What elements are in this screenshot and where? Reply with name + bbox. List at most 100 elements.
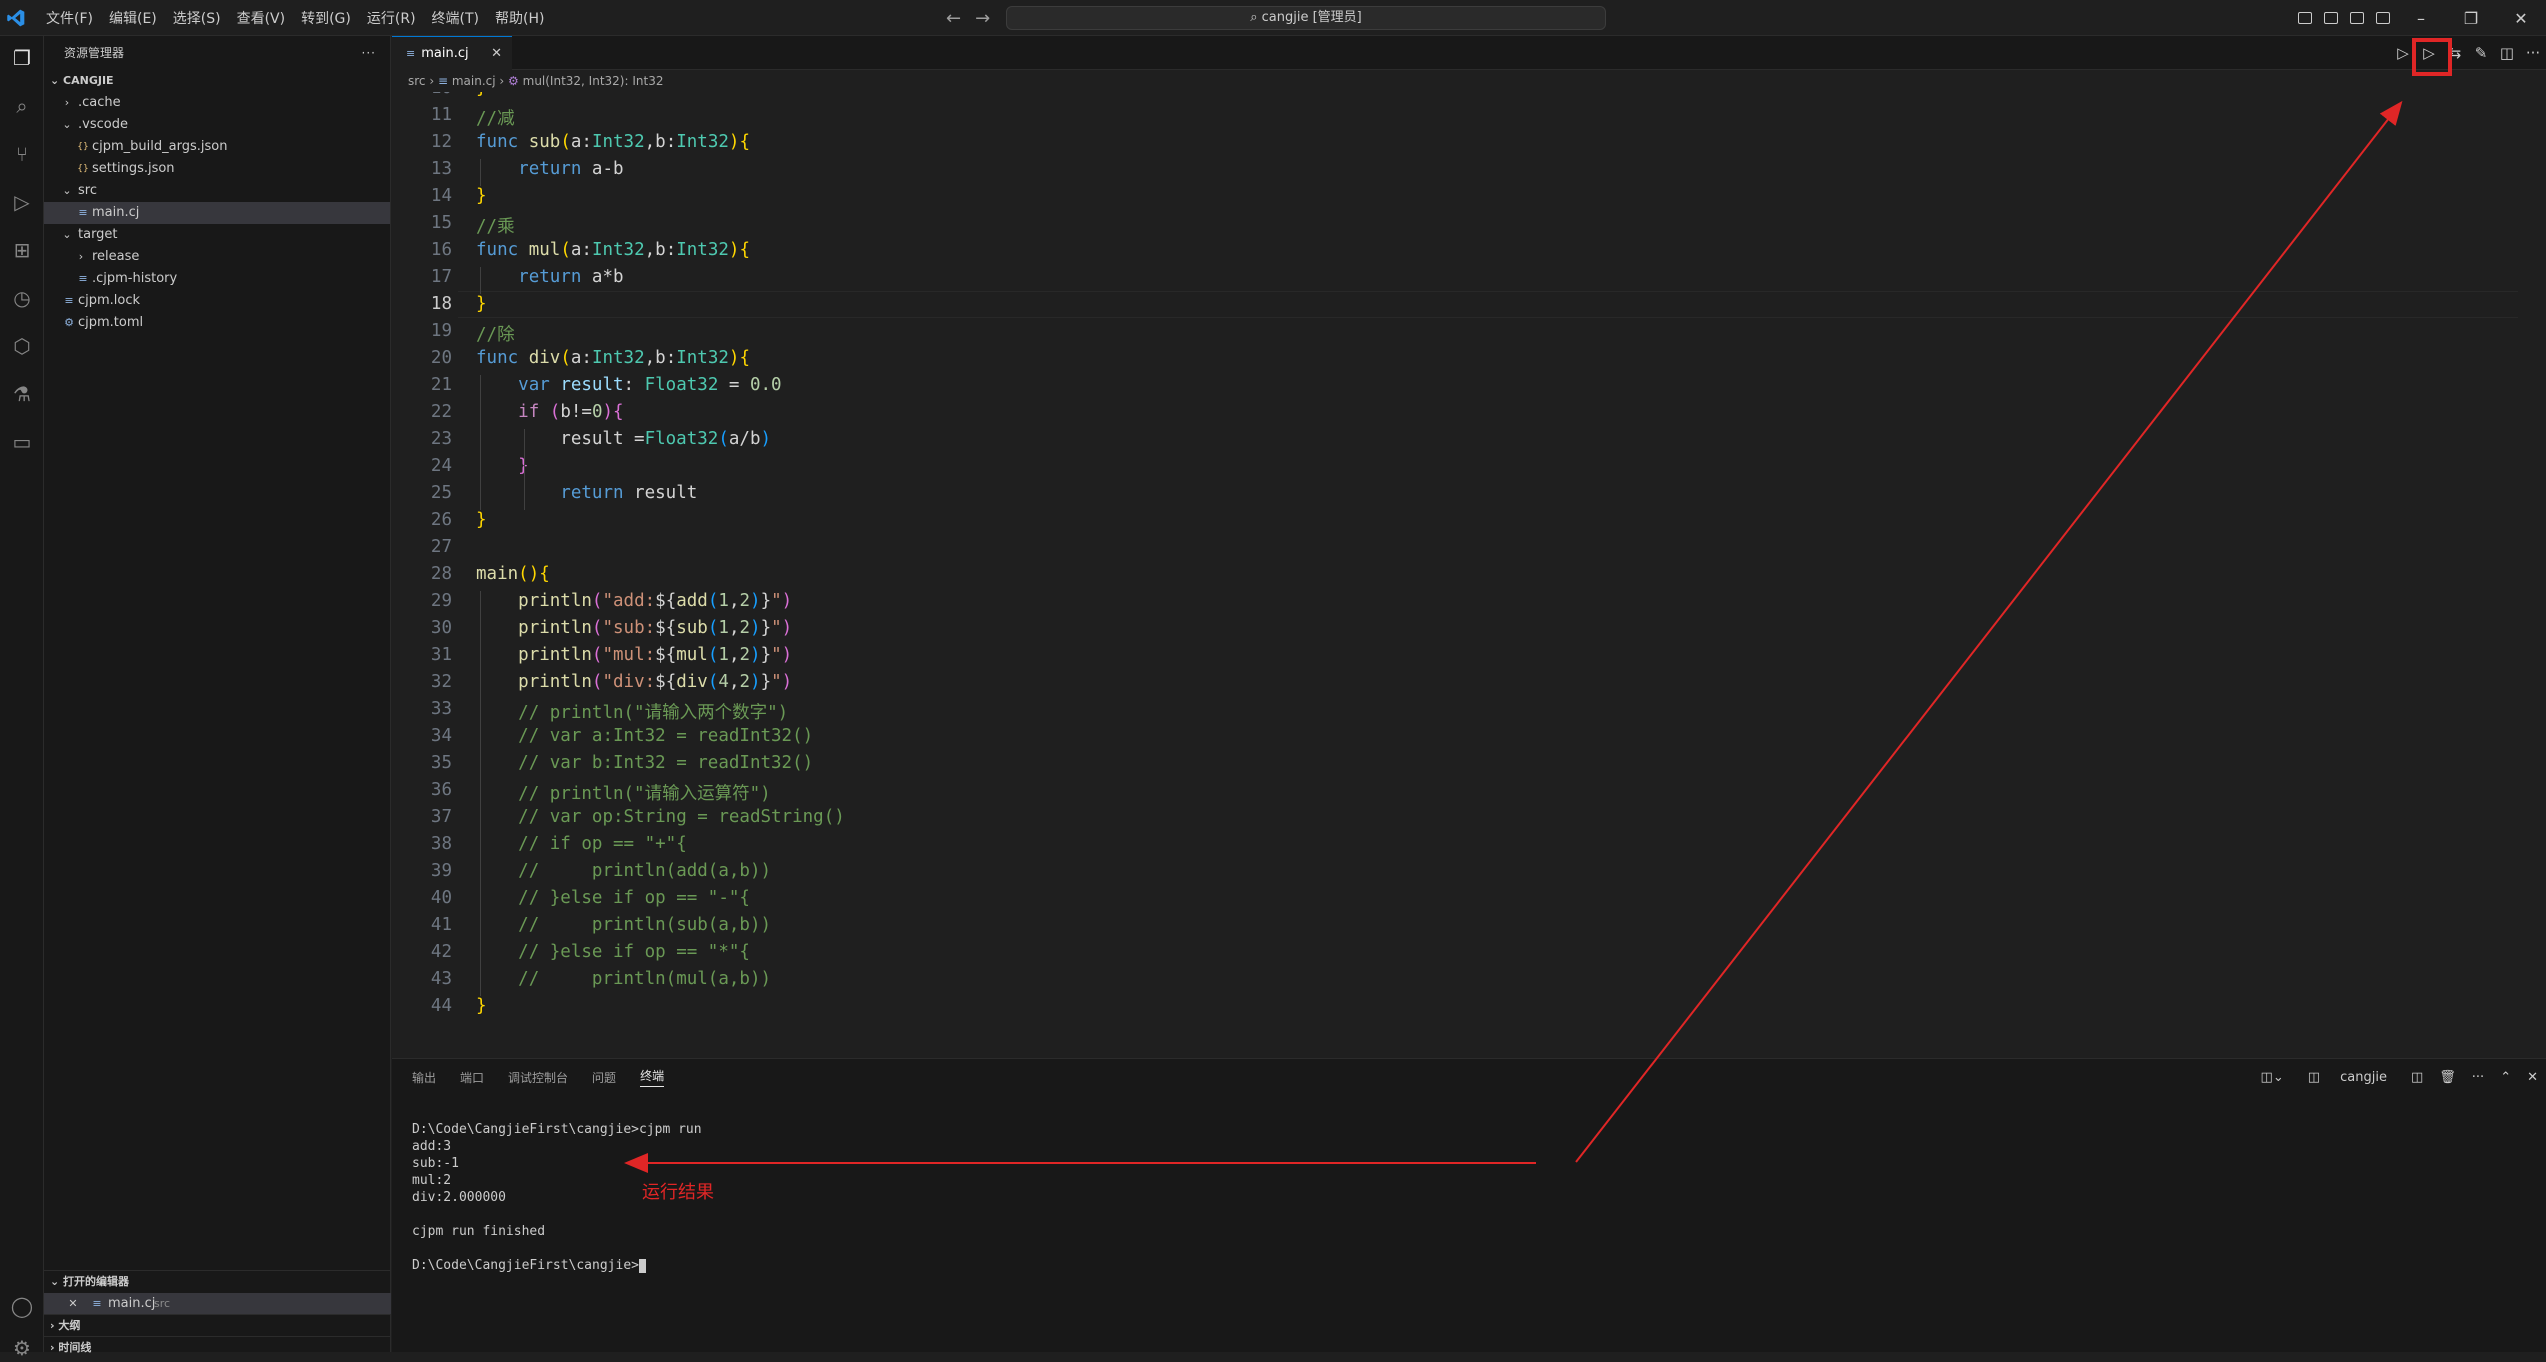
toggle-panel-icon[interactable] — [2318, 0, 2344, 36]
indent-guide — [480, 159, 481, 186]
indent-guide — [480, 267, 481, 294]
terminal-line-text: add:3 — [412, 1139, 452, 1154]
account-icon[interactable]: ◯ — [8, 1292, 36, 1320]
code-line: } — [518, 456, 529, 476]
chevron-down-icon: ⌄ — [62, 228, 72, 241]
editor-tab-bar: ≡ main.cj ✕ — [392, 36, 2546, 71]
menu-item[interactable]: 选择(S) — [165, 8, 229, 28]
edit-pencil-icon[interactable]: ✎ — [2468, 44, 2494, 62]
tree-folder[interactable]: › .cache — [44, 92, 390, 114]
source-control-icon[interactable]: ⑂ — [8, 140, 36, 168]
tree-file[interactable]: {} settings.json — [44, 158, 390, 180]
tree-item-label: main.cj — [92, 205, 140, 220]
tree-file[interactable]: {} cjpm_build_args.json — [44, 136, 390, 158]
chevron-right-icon: › — [64, 96, 70, 109]
toggle-sidebar-icon[interactable] — [2292, 0, 2318, 36]
tree-item-label: settings.json — [92, 161, 175, 176]
maximize-panel-chevron-up-icon[interactable]: ⌃ — [2500, 1070, 2511, 1085]
timeline-section[interactable]: › 时间线 — [44, 1337, 391, 1359]
minimize-icon[interactable]: – — [2396, 9, 2446, 28]
line-number: 16 — [430, 240, 452, 260]
workspace-root[interactable]: ⌄ CANGJIE — [44, 70, 390, 92]
open-editor-item[interactable]: ✕ ≡ main.cj src — [44, 1293, 391, 1315]
testing-icon[interactable]: ⚗ — [8, 380, 36, 408]
breadcrumb-symbol[interactable]: mul(Int32, Int32): Int32 — [523, 74, 664, 88]
menu-item[interactable]: 文件(F) — [38, 8, 101, 28]
kill-terminal-trash-icon[interactable]: 🗑 — [2439, 1070, 2456, 1085]
tree-folder[interactable]: ⌄ target — [44, 224, 390, 246]
tree-file[interactable]: ≡ cjpm.lock — [44, 290, 390, 312]
command-center-search[interactable]: ⌕ cangjie [管理员] — [1006, 6, 1606, 30]
tree-file[interactable]: ≡ main.cj — [44, 202, 390, 224]
line-number: 33 — [430, 699, 452, 719]
chevron-down-icon: ⌄ — [62, 184, 72, 197]
tree-folder[interactable]: ⌄ src — [44, 180, 390, 202]
chevron-down-icon: ⌄ — [50, 74, 64, 87]
terminal-instance[interactable]: ◫ cangjie — [2300, 1070, 2395, 1085]
restore-icon[interactable]: ❐ — [2446, 9, 2496, 28]
terminal-line-text: D:\Code\CangjieFirst\cangjie> — [412, 1258, 639, 1273]
panel-tab[interactable]: 调试控制台 — [508, 1069, 568, 1086]
code-line: // var a:Int32 = readInt32() — [518, 726, 814, 746]
code-line: // println(mul(a,b)) — [518, 969, 772, 989]
more-actions-icon[interactable]: ··· — [362, 36, 376, 70]
close-window-icon[interactable]: ✕ — [2496, 9, 2546, 28]
panel-tab[interactable]: 问题 — [592, 1069, 616, 1086]
tab-main-cj[interactable]: ≡ main.cj ✕ — [392, 36, 512, 71]
menu-item[interactable]: 查看(V) — [229, 8, 294, 28]
new-terminal-icon[interactable]: ◫⌄ — [2261, 1070, 2284, 1085]
forward-arrow-icon[interactable]: → — [975, 8, 1004, 29]
tree-folder[interactable]: ⌄ .vscode — [44, 114, 390, 136]
code-line: // println("请输入运算符") — [518, 784, 771, 804]
file-icon: ≡ — [92, 1297, 102, 1310]
menu-item[interactable]: 帮助(H) — [487, 8, 552, 28]
panel-tab[interactable]: 输出 — [412, 1069, 436, 1086]
outline-section[interactable]: › 大纲 — [44, 1315, 391, 1337]
breadcrumb-folder[interactable]: src — [408, 74, 426, 88]
line-number: 34 — [430, 726, 452, 746]
close-tab-icon[interactable]: ✕ — [491, 37, 502, 70]
close-editor-icon[interactable]: ✕ — [68, 1293, 78, 1315]
breadcrumb-file[interactable]: main.cj — [452, 74, 496, 88]
chat-icon[interactable]: ▭ — [8, 428, 36, 456]
menu-item[interactable]: 运行(R) — [359, 8, 424, 28]
menu-item[interactable]: 编辑(E) — [101, 8, 165, 28]
panel-tab[interactable]: 终端 — [640, 1067, 665, 1087]
code-line: main(){ — [476, 564, 550, 584]
back-arrow-icon[interactable]: ← — [946, 8, 975, 29]
code-editor[interactable]: 10} 11 //减 12 func sub(a:Int32,b:Int32){13 r… — [392, 92, 2546, 1058]
line-number: 36 — [430, 780, 452, 800]
split-editor-icon[interactable]: ◫ — [2494, 44, 2520, 62]
run-debug-icon[interactable]: ▷ — [8, 188, 36, 216]
panel-tab[interactable]: 端口 — [460, 1069, 484, 1086]
toggle-secondary-sidebar-icon[interactable] — [2344, 0, 2370, 36]
line-number: 38 — [430, 834, 452, 854]
explorer-icon[interactable]: ❐ — [8, 44, 36, 72]
more-actions-icon[interactable]: ··· — [2520, 44, 2546, 62]
manage-gear-icon[interactable]: ⚙ — [8, 1334, 36, 1362]
close-panel-icon[interactable]: ✕ — [2527, 1070, 2538, 1085]
code-line: //乘 — [476, 217, 515, 237]
timeline-icon[interactable]: ◷ — [8, 284, 36, 312]
split-terminal-icon[interactable]: ◫ — [2411, 1070, 2423, 1085]
code-line: } — [476, 996, 487, 1016]
customize-layout-icon[interactable] — [2370, 0, 2396, 36]
tree-file[interactable]: ⚙ cjpm.toml — [44, 312, 390, 334]
json-braces-icon: {} — [77, 142, 89, 152]
package-icon[interactable]: ⬡ — [8, 332, 36, 360]
code-line: println("add:${add(1,2)}") — [518, 591, 793, 611]
menu-item[interactable]: 转到(G) — [293, 8, 359, 28]
terminal-line-text: sub:-1 — [412, 1156, 459, 1171]
open-editors-section[interactable]: ⌄ 打开的编辑器 — [44, 1271, 391, 1293]
extensions-icon[interactable]: ⊞ — [8, 236, 36, 264]
menu-item[interactable]: 终端(T) — [424, 8, 487, 28]
line-number: 14 — [430, 186, 452, 206]
tree-folder[interactable]: › release — [44, 246, 390, 268]
code-line: // var op:String = readString() — [518, 807, 845, 827]
search-view-icon[interactable]: ⌕ — [8, 92, 36, 120]
code-line: // }else if op == "*"{ — [518, 942, 750, 962]
tree-file[interactable]: ≡ .cjpm-history — [44, 268, 390, 290]
line-number: 19 — [430, 321, 452, 341]
more-actions-icon[interactable]: ··· — [2472, 1070, 2484, 1085]
open-editors-title: 打开的编辑器 — [63, 1275, 130, 1288]
